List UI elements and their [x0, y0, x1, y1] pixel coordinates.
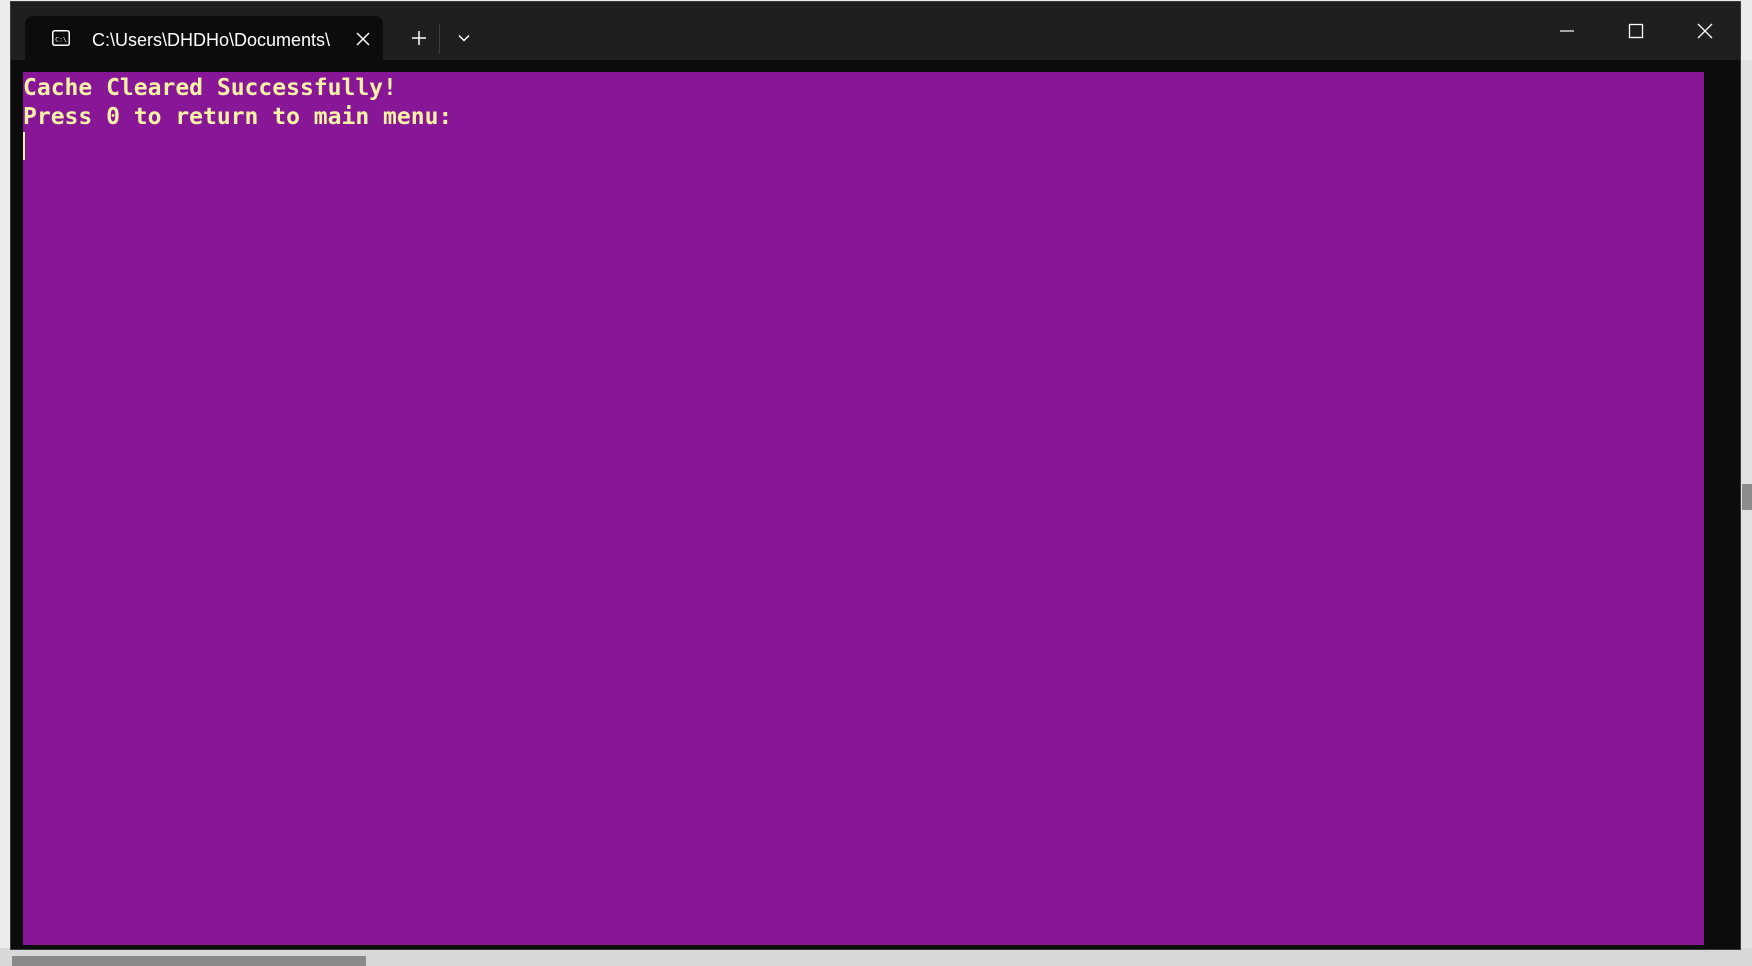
tab-close-button[interactable] [353, 29, 373, 49]
close-icon [356, 32, 370, 46]
terminal-line: Cache Cleared Successfully! [23, 75, 397, 101]
title-bar[interactable]: C:\ C:\Users\DHDHo\Documents\ [11, 2, 1740, 62]
terminal-output[interactable]: Cache Cleared Successfully! Press 0 to r… [23, 72, 1704, 945]
chevron-down-icon [458, 34, 470, 42]
background-scroll-thumb [1742, 484, 1752, 510]
cmd-icon: C:\ [52, 30, 70, 46]
maximize-button[interactable] [1602, 2, 1670, 60]
maximize-icon [1628, 23, 1644, 39]
close-icon [1697, 23, 1713, 39]
tab-dropdown-button[interactable] [448, 22, 480, 54]
minimize-button[interactable] [1533, 2, 1601, 60]
terminal-window: C:\ C:\Users\DHDHo\Documents\ Cache Clea… [11, 2, 1740, 949]
svg-text:C:\: C:\ [55, 36, 67, 44]
terminal-tab[interactable]: C:\ C:\Users\DHDHo\Documents\ [25, 16, 383, 62]
minimize-icon [1560, 30, 1574, 32]
tab-title: C:\Users\DHDHo\Documents\ [92, 30, 331, 50]
text-cursor [23, 132, 25, 160]
plus-icon [412, 31, 426, 45]
new-tab-button[interactable] [403, 22, 435, 54]
terminal-line: Press 0 to return to main menu: [23, 104, 453, 130]
window-close-button[interactable] [1671, 2, 1739, 60]
tab-separator [439, 24, 440, 54]
vertical-scrollbar[interactable] [1704, 72, 1740, 945]
background-scroll-thumb-horizontal [12, 956, 366, 966]
